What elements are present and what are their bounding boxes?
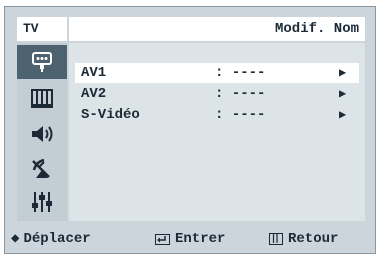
row-value: : ---- bbox=[215, 65, 266, 81]
sidebar-item-input[interactable] bbox=[17, 45, 67, 79]
enter-icon bbox=[155, 233, 170, 245]
arrow-right-icon: ▶ bbox=[339, 66, 347, 80]
row-value: : ---- bbox=[215, 107, 266, 123]
menu-row-s-video[interactable]: S-Vidéo : ---- ▶ bbox=[75, 105, 359, 125]
sidebar-item-channel[interactable] bbox=[17, 151, 67, 185]
sidebar-item-setup[interactable] bbox=[17, 185, 67, 219]
channel-antenna-icon bbox=[32, 158, 50, 178]
footer-help-bar: ◆ Déplacer Entrer Retour bbox=[5, 225, 375, 253]
sound-icon bbox=[32, 126, 53, 142]
row-label: S-Vidéo bbox=[81, 107, 140, 123]
input-icon bbox=[32, 52, 52, 72]
enter-label: Entrer bbox=[175, 231, 226, 247]
arrow-right-icon: ▶ bbox=[339, 87, 347, 101]
return-label: Retour bbox=[288, 231, 339, 247]
menu-row-av1[interactable]: AV1 : ---- ▶ bbox=[75, 63, 359, 83]
arrow-right-icon: ▶ bbox=[339, 108, 347, 122]
row-label: AV2 bbox=[81, 86, 107, 102]
tv-mode-label: TV bbox=[17, 17, 67, 41]
sidebar bbox=[17, 43, 67, 221]
menu-return-icon bbox=[269, 233, 283, 245]
picture-icon bbox=[31, 89, 53, 108]
menu-row-av2[interactable]: AV2 : ---- ▶ bbox=[75, 84, 359, 104]
footer-move: ◆ Déplacer bbox=[11, 225, 91, 253]
sidebar-item-picture[interactable] bbox=[17, 81, 67, 115]
move-label: Déplacer bbox=[23, 231, 91, 247]
setup-icon bbox=[32, 192, 52, 212]
row-label: AV1 bbox=[81, 65, 107, 81]
menu-content: AV1 : ---- ▶ AV2 : ---- ▶ S-Vidéo : ----… bbox=[69, 43, 365, 221]
page-title: Modif. Nom bbox=[69, 17, 365, 41]
osd-menu: TV Modif. Nom AV1: ---- ▶ AV2: ---- ▶ … bbox=[4, 6, 376, 254]
row-value: : ---- bbox=[215, 86, 266, 102]
footer-return: Retour bbox=[269, 225, 338, 253]
sidebar-item-sound[interactable] bbox=[17, 117, 67, 151]
footer-enter: Entrer bbox=[155, 225, 225, 253]
up-down-arrows-icon: ◆ bbox=[11, 231, 20, 247]
